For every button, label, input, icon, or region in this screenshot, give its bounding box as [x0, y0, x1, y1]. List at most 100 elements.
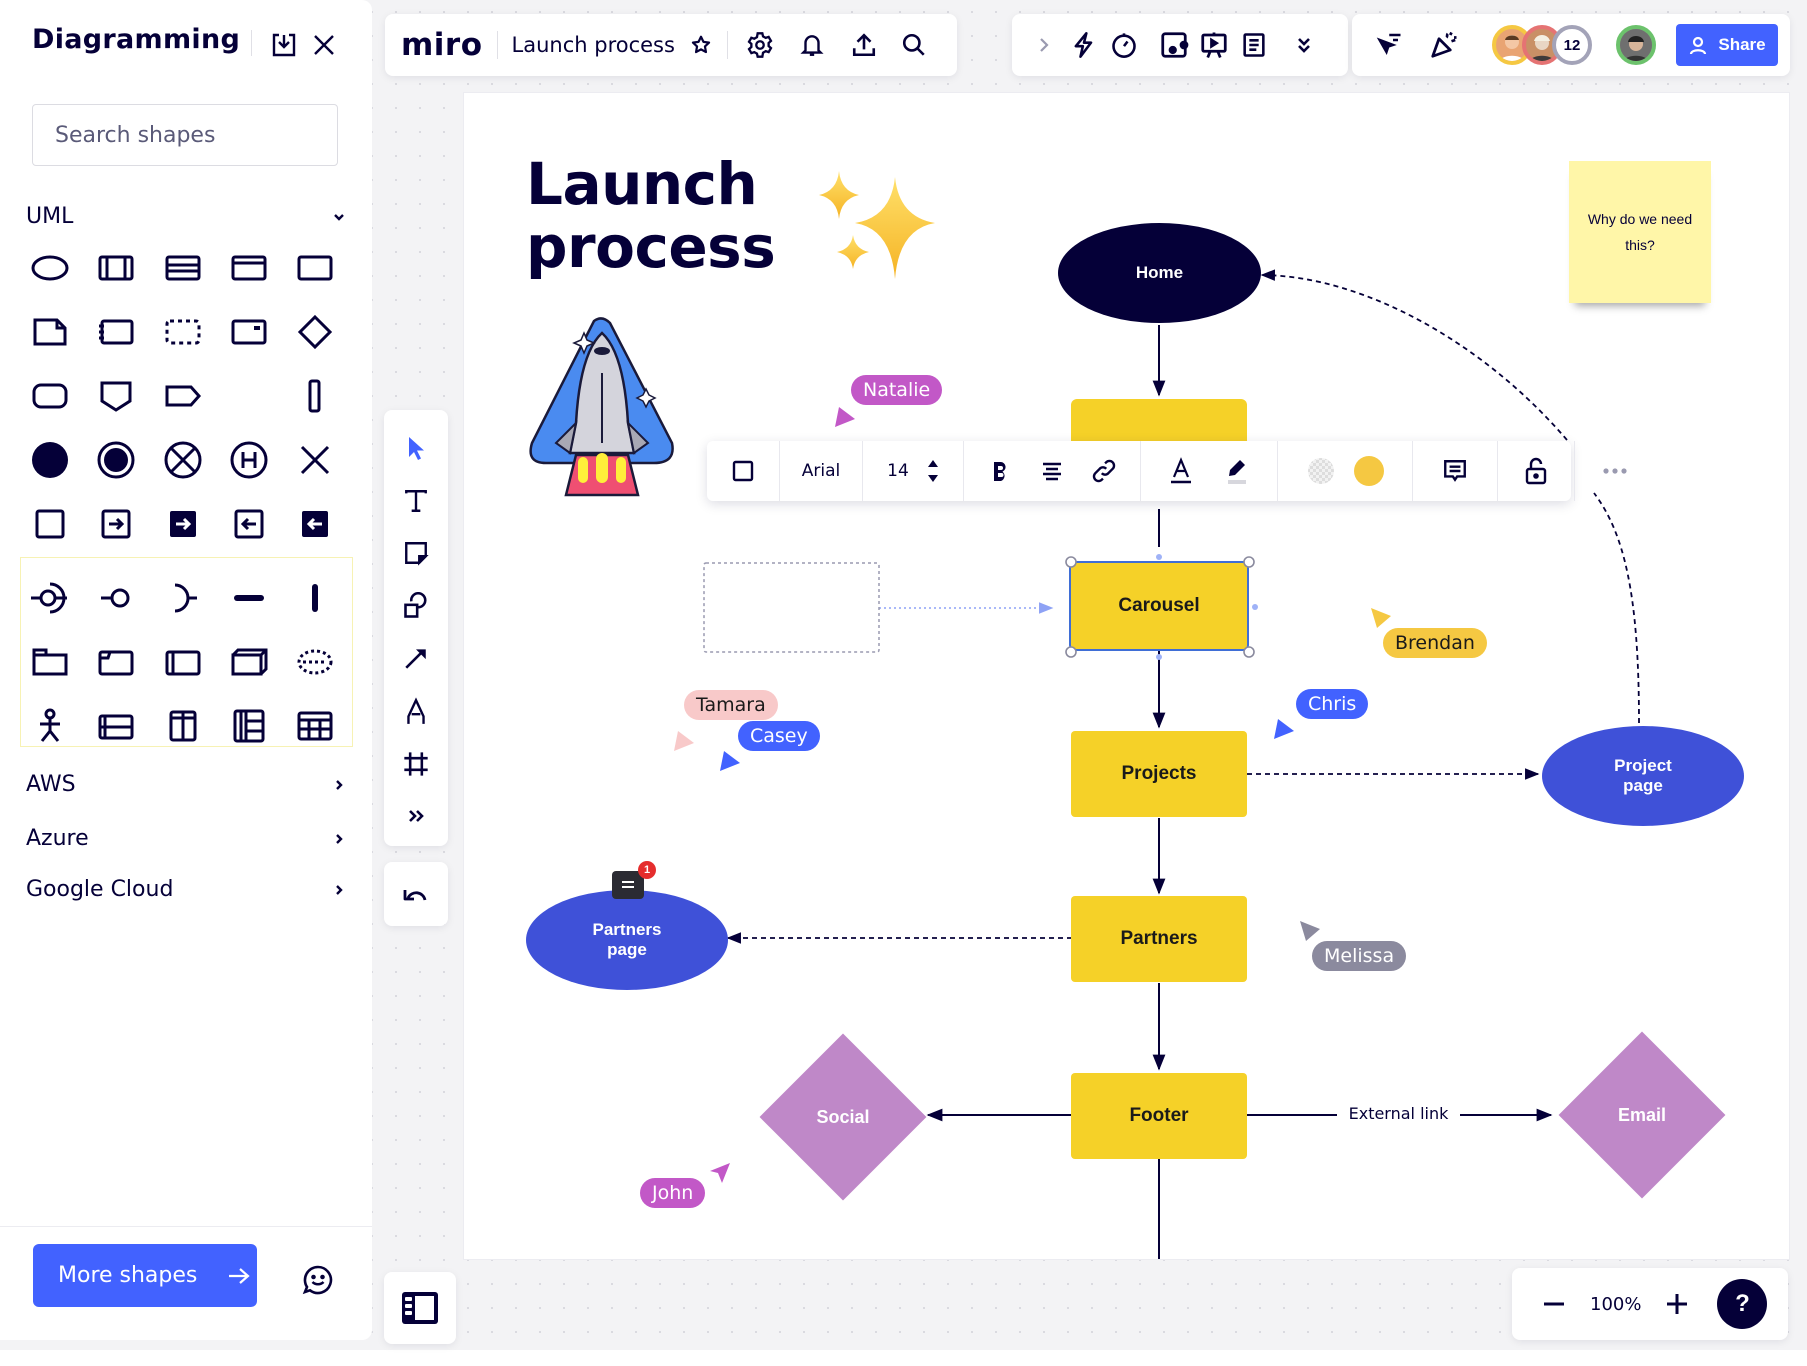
shape-square[interactable]: [22, 496, 78, 552]
shape-class-horizontal[interactable]: [155, 240, 211, 296]
settings-button[interactable]: [742, 27, 778, 63]
section-google-cloud[interactable]: Google Cloud: [26, 877, 346, 902]
stepper-arrows-icon[interactable]: [927, 458, 939, 484]
zoom-in-button[interactable]: [1659, 1286, 1695, 1322]
connection-point[interactable]: [1156, 654, 1162, 660]
shape-table-grid[interactable]: [221, 698, 277, 754]
feedback-button[interactable]: [298, 1260, 338, 1300]
shape-terminate[interactable]: [155, 432, 211, 488]
shape-tag[interactable]: [155, 368, 211, 424]
shape-output-pin[interactable]: [221, 496, 277, 552]
shape-cross[interactable]: [287, 432, 343, 488]
connector-tool[interactable]: [392, 634, 440, 682]
undo-button[interactable]: [384, 862, 448, 926]
shape-output-pin-filled[interactable]: [287, 496, 343, 552]
sticky-note-tool[interactable]: [392, 529, 440, 577]
shape-class-header[interactable]: [221, 240, 277, 296]
section-azure[interactable]: Azure: [26, 826, 346, 851]
node-projects[interactable]: Projects: [1071, 731, 1247, 817]
shape-actor[interactable]: [22, 698, 78, 754]
celebrate-button[interactable]: [1426, 27, 1462, 63]
shape-provided-interface[interactable]: [88, 570, 144, 626]
search-shapes-input[interactable]: [32, 104, 338, 166]
link-button[interactable]: [1082, 441, 1126, 501]
node-email[interactable]: Email: [1558, 1031, 1726, 1199]
resize-handle[interactable]: [1243, 646, 1255, 658]
shape-node-3d[interactable]: [221, 634, 277, 690]
text-tool[interactable]: [392, 477, 440, 525]
search-button[interactable]: [896, 27, 932, 63]
resize-handle[interactable]: [1065, 556, 1077, 568]
upload-button[interactable]: [846, 27, 882, 63]
bold-button[interactable]: [978, 441, 1022, 501]
canvas-board[interactable]: Launch process Why do we need this? Home…: [463, 92, 1790, 1260]
zoom-level[interactable]: 100%: [1590, 1294, 1641, 1315]
shape-input-pin-filled[interactable]: [155, 496, 211, 552]
shape-rectangle[interactable]: [287, 240, 343, 296]
shape-package[interactable]: [22, 634, 78, 690]
notifications-button[interactable]: [794, 27, 830, 63]
presentation-button[interactable]: [1196, 27, 1232, 63]
node-hidden-yellow[interactable]: [1071, 399, 1247, 445]
shape-diamond[interactable]: [287, 304, 343, 360]
comment-marker[interactable]: 1: [612, 861, 656, 899]
edge-label-external-link[interactable]: External link: [1337, 1104, 1460, 1123]
cursor-visibility-button[interactable]: [1370, 27, 1406, 63]
shape-table-rows[interactable]: [88, 698, 144, 754]
shape-container[interactable]: [155, 634, 211, 690]
border-color-button[interactable]: [1306, 441, 1336, 501]
edge-projectpage-home[interactable]: [1260, 269, 1568, 441]
shape-sub-state[interactable]: [221, 304, 277, 360]
node-partners[interactable]: Partners: [1071, 896, 1247, 982]
shape-history[interactable]: [221, 432, 277, 488]
more-options-button[interactable]: [1595, 441, 1635, 501]
section-uml[interactable]: UML: [26, 204, 346, 229]
shape-horizontal-bar[interactable]: [221, 570, 277, 626]
shape-table-columns[interactable]: [155, 698, 211, 754]
text-color-button[interactable]: [1161, 441, 1201, 501]
star-button[interactable]: [683, 27, 719, 63]
node-project-page[interactable]: Project page: [1542, 726, 1744, 826]
align-button[interactable]: [1030, 441, 1074, 501]
shape-frame[interactable]: [88, 634, 144, 690]
help-button[interactable]: ?: [1717, 1279, 1768, 1329]
timer-button[interactable]: [1106, 27, 1142, 63]
shape-ellipse[interactable]: [22, 240, 78, 296]
notes-button[interactable]: [1236, 27, 1272, 63]
change-shape-button[interactable]: [707, 441, 779, 501]
font-size-stepper[interactable]: 14: [863, 441, 963, 501]
edge-projectpage-home-lower[interactable]: [1593, 492, 1640, 724]
font-family-select[interactable]: Arial: [780, 441, 862, 501]
shape-provided-required-interface[interactable]: [22, 570, 78, 626]
current-user-avatar[interactable]: [1616, 25, 1656, 65]
shape-note[interactable]: [22, 304, 78, 360]
shape-vertical-bar-thick[interactable]: [287, 570, 343, 626]
shape-vertical-bar[interactable]: [287, 368, 343, 424]
video-chat-button[interactable]: [1156, 27, 1192, 63]
resize-handle[interactable]: [1065, 646, 1077, 658]
more-shapes-button[interactable]: More shapes: [33, 1244, 257, 1307]
shape-final-state[interactable]: [88, 432, 144, 488]
node-social[interactable]: Social: [759, 1033, 927, 1201]
board-name[interactable]: Launch process: [512, 33, 675, 57]
node-footer[interactable]: Footer: [1071, 1073, 1247, 1159]
shape-initial-state[interactable]: [22, 432, 78, 488]
node-partners-page[interactable]: Partners page: [526, 890, 728, 990]
shape-dashed-ellipse[interactable]: [287, 634, 343, 690]
collaborator-count[interactable]: 12: [1552, 25, 1592, 65]
collaborator-avatars[interactable]: 12: [1492, 25, 1592, 65]
highlight-button[interactable]: [1217, 441, 1257, 501]
shape-pentagon-down[interactable]: [88, 368, 144, 424]
node-home[interactable]: Home: [1058, 223, 1261, 323]
draft-shape-outline[interactable]: [703, 562, 880, 653]
shape-dashed-box[interactable]: [155, 304, 211, 360]
zoom-out-button[interactable]: [1536, 1286, 1572, 1322]
toggle-panel-button[interactable]: [384, 1272, 456, 1344]
shapes-tool[interactable]: [392, 582, 440, 630]
pen-tool[interactable]: [392, 687, 440, 735]
frame-tool[interactable]: [392, 740, 440, 788]
section-aws[interactable]: AWS: [26, 772, 346, 797]
shape-component[interactable]: [88, 304, 144, 360]
lock-button[interactable]: [1518, 441, 1554, 501]
fill-color-button[interactable]: [1354, 441, 1384, 501]
